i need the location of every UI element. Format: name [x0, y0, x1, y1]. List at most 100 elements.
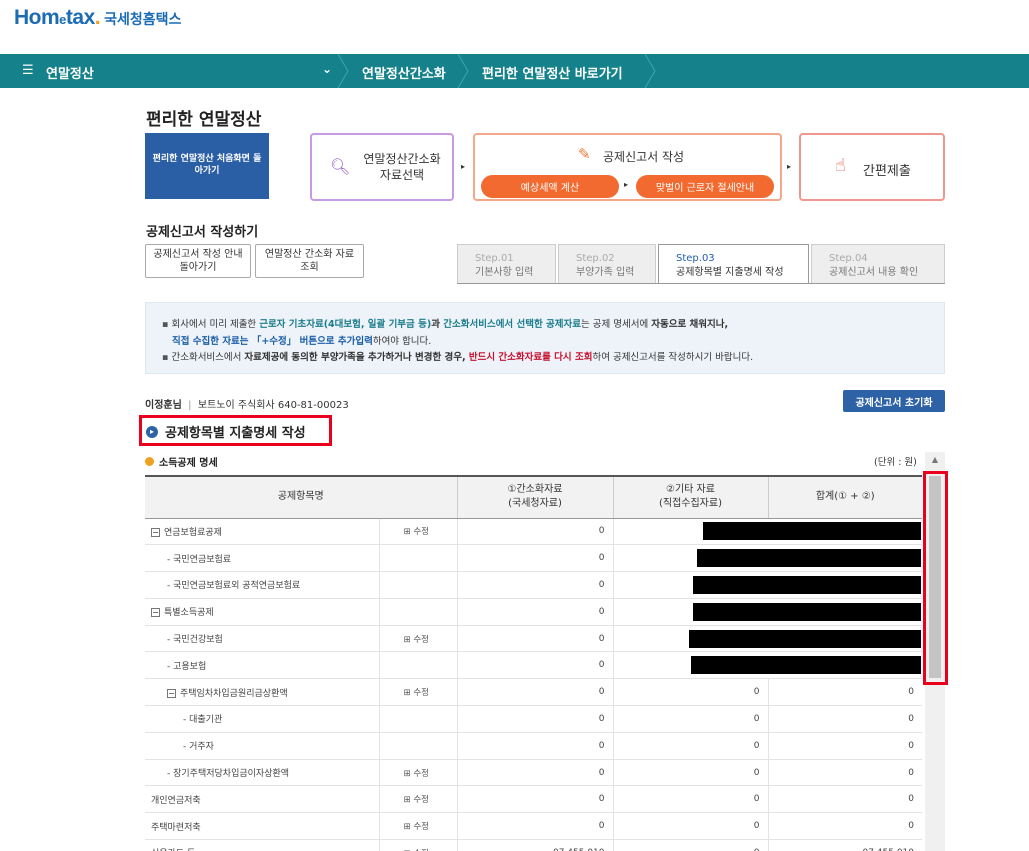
dual-income-guide-button[interactable]: 맞벌이 근로자 절세안내 [636, 175, 774, 198]
table-row: - 국민건강보험 ⊞ 수정 0 [145, 625, 922, 653]
simplified-value: 0 [457, 759, 614, 787]
row-name: - 대출기관 [145, 705, 380, 733]
tab-underline [457, 283, 945, 284]
row-name: − 연금보험료공제 [145, 518, 380, 546]
table-row: 주택마련저축 ⊞ 수정 0 0 0 [145, 812, 922, 841]
edit-button [379, 598, 458, 626]
nav-item-simplified[interactable]: 연말정산간소화 [362, 63, 446, 82]
first-screen-button[interactable]: 편리한 연말정산 처음화면 돌아가기 [145, 133, 269, 199]
redacted-cell [613, 651, 922, 680]
notice-line-1: ▪ 회사에서 미리 제출한 근로자 기초자료(4대보험, 일괄 기부금 등)과 … [162, 319, 729, 330]
edit-button[interactable]: ⊞ 수정 [379, 785, 458, 814]
card-label: 공제신고서 작성 [603, 150, 685, 164]
edit-button[interactable]: ⊞ 수정 [379, 839, 458, 851]
edit-button [379, 705, 458, 733]
redacted-cell [613, 518, 922, 546]
guide-back-button[interactable]: 공제신고서 작성 안내 돌아가기 [145, 244, 251, 278]
subheading: 소득공제 명세 [145, 454, 218, 469]
tab-step-04[interactable]: Step.04 공제신고서 내용 확인 [811, 244, 945, 284]
estimated-tax-button[interactable]: 예상세액 계산 [481, 175, 619, 198]
other-value: 0 [613, 785, 769, 814]
collapse-icon[interactable]: − [151, 527, 160, 537]
simplified-value: 0 [457, 705, 614, 733]
row-name: 신용카드 등 [145, 839, 380, 851]
tab-step-01[interactable]: Step.01 기본사항 입력 [457, 244, 556, 284]
header-total: 합계(① + ②) [768, 475, 922, 519]
simplified-value: 0 [457, 518, 614, 546]
simplified-value: 0 [457, 732, 614, 760]
chevron-down-icon[interactable]: ⌄ [322, 62, 332, 76]
nav-separator-icon [336, 53, 350, 89]
other-value: 0 [613, 705, 769, 733]
document-edit-icon: ✎ [578, 145, 591, 163]
simplified-value: 0 [457, 651, 614, 680]
nav-item-convenient[interactable]: 편리한 연말정산 바로가기 [482, 63, 623, 82]
hometax-logo[interactable]: Hometax. 국세청홈택스 [14, 6, 181, 30]
simplified-value: 0 [457, 785, 614, 814]
simplified-lookup-button[interactable]: 연말정산 간소화 자료 조회 [255, 244, 364, 278]
total-value: 0 [768, 678, 922, 707]
card-label: 간편제출 [863, 164, 911, 179]
table-row: - 거주자 0 0 0 [145, 732, 922, 760]
collapse-icon[interactable]: − [167, 688, 176, 698]
row-name: 개인연금저축 [145, 785, 380, 814]
simplified-value: 0 [457, 598, 614, 626]
redacted-cell [613, 598, 922, 626]
simplified-value: 0 [457, 571, 614, 599]
nav-separator-icon [456, 53, 470, 89]
other-value: 0 [613, 732, 769, 760]
total-value: 07,455,010 [768, 839, 922, 851]
edit-button [379, 732, 458, 760]
step-card-simplified-select[interactable]: 🔍︎ 연말정산간소화 자료선택 [310, 133, 454, 201]
notice-line-2: 직접 수집한 자료는 「+수정」 버튼으로 추가입력하여야 합니다. [172, 335, 432, 347]
other-value: 0 [613, 759, 769, 787]
other-value: 0 [613, 839, 769, 851]
edit-button[interactable]: ⊞ 수정 [379, 812, 458, 841]
edit-button[interactable]: ⊞ 수정 [379, 678, 458, 707]
scroll-up-icon[interactable]: ▲ [925, 452, 945, 468]
step-card-deduction-form: ✎ 공제신고서 작성 예상세액 계산 ▸ 맞벌이 근로자 절세안내 [473, 133, 782, 201]
tab-step-03[interactable]: Step.03 공제항목별 지출명세 작성 [658, 244, 809, 284]
page-title: 편리한 연말정산 [146, 110, 262, 130]
top-navbar: ☰ 연말정산 ⌄ 연말정산간소화 편리한 연말정산 바로가기 [0, 53, 1029, 89]
reset-form-button[interactable]: 공제신고서 초기화 [843, 390, 945, 412]
tab-step-02[interactable]: Step.02 부양가족 입력 [558, 244, 656, 284]
card-label: 연말정산간소화 자료선택 [363, 152, 441, 183]
arrow-right-icon: ▸ [787, 162, 792, 171]
notice-box: ▪ 회사에서 미리 제출한 근로자 기초자료(4대보험, 일괄 기부금 등)과 … [145, 302, 945, 374]
table-row: - 국민연금보험료 0 [145, 544, 922, 573]
logo-text: Hometax. [14, 6, 101, 29]
row-name: - 국민건강보험 [145, 625, 380, 653]
bullet-icon [145, 457, 154, 466]
arrow-right-icon: ▸ [461, 162, 466, 171]
row-name: − 특별소득공제 [145, 598, 380, 626]
simplified-value: 07,455,010 [457, 839, 614, 851]
table-row: - 대출기관 0 0 0 [145, 705, 922, 733]
table-row: 개인연금저축 ⊞ 수정 0 0 0 [145, 785, 922, 814]
menu-icon[interactable]: ☰ [22, 63, 34, 78]
step-card-easy-submit[interactable]: ☝ 간편제출 [799, 133, 945, 201]
edit-button[interactable]: ⊞ 수정 [379, 518, 458, 546]
redacted-cell [613, 625, 922, 653]
row-name: - 거주자 [145, 732, 380, 760]
edit-button[interactable]: ⊞ 수정 [379, 625, 458, 653]
redacted-cell [613, 544, 922, 573]
header-other: ②기타 자료 (직접수집자료) [613, 475, 769, 519]
total-value: 0 [768, 812, 922, 841]
heading: ▸ 공제항목별 지출명세 작성 [146, 422, 306, 441]
header-simplified: ①간소화자료 (국세청자료) [457, 475, 614, 519]
table-row: - 국민연금보험료외 공적연금보험료 0 [145, 571, 922, 599]
total-value: 0 [768, 759, 922, 787]
nav-current[interactable]: 연말정산 [46, 63, 94, 82]
edit-button[interactable]: ⊞ 수정 [379, 759, 458, 787]
nav-separator-icon [643, 53, 657, 89]
total-value: 0 [768, 785, 922, 814]
simplified-value: 0 [457, 812, 614, 841]
row-name: - 국민연금보험료외 공적연금보험료 [145, 571, 380, 599]
row-name: - 고용보험 [145, 651, 380, 680]
collapse-icon[interactable]: − [151, 608, 160, 618]
simplified-value: 0 [457, 544, 614, 573]
search-icon: 🔍︎ [330, 157, 351, 176]
edit-button [379, 544, 458, 573]
notice-line-3: ▪ 간소화서비스에서 자료제공에 동의한 부양가족을 추가하거나 변경한 경우,… [162, 352, 754, 364]
